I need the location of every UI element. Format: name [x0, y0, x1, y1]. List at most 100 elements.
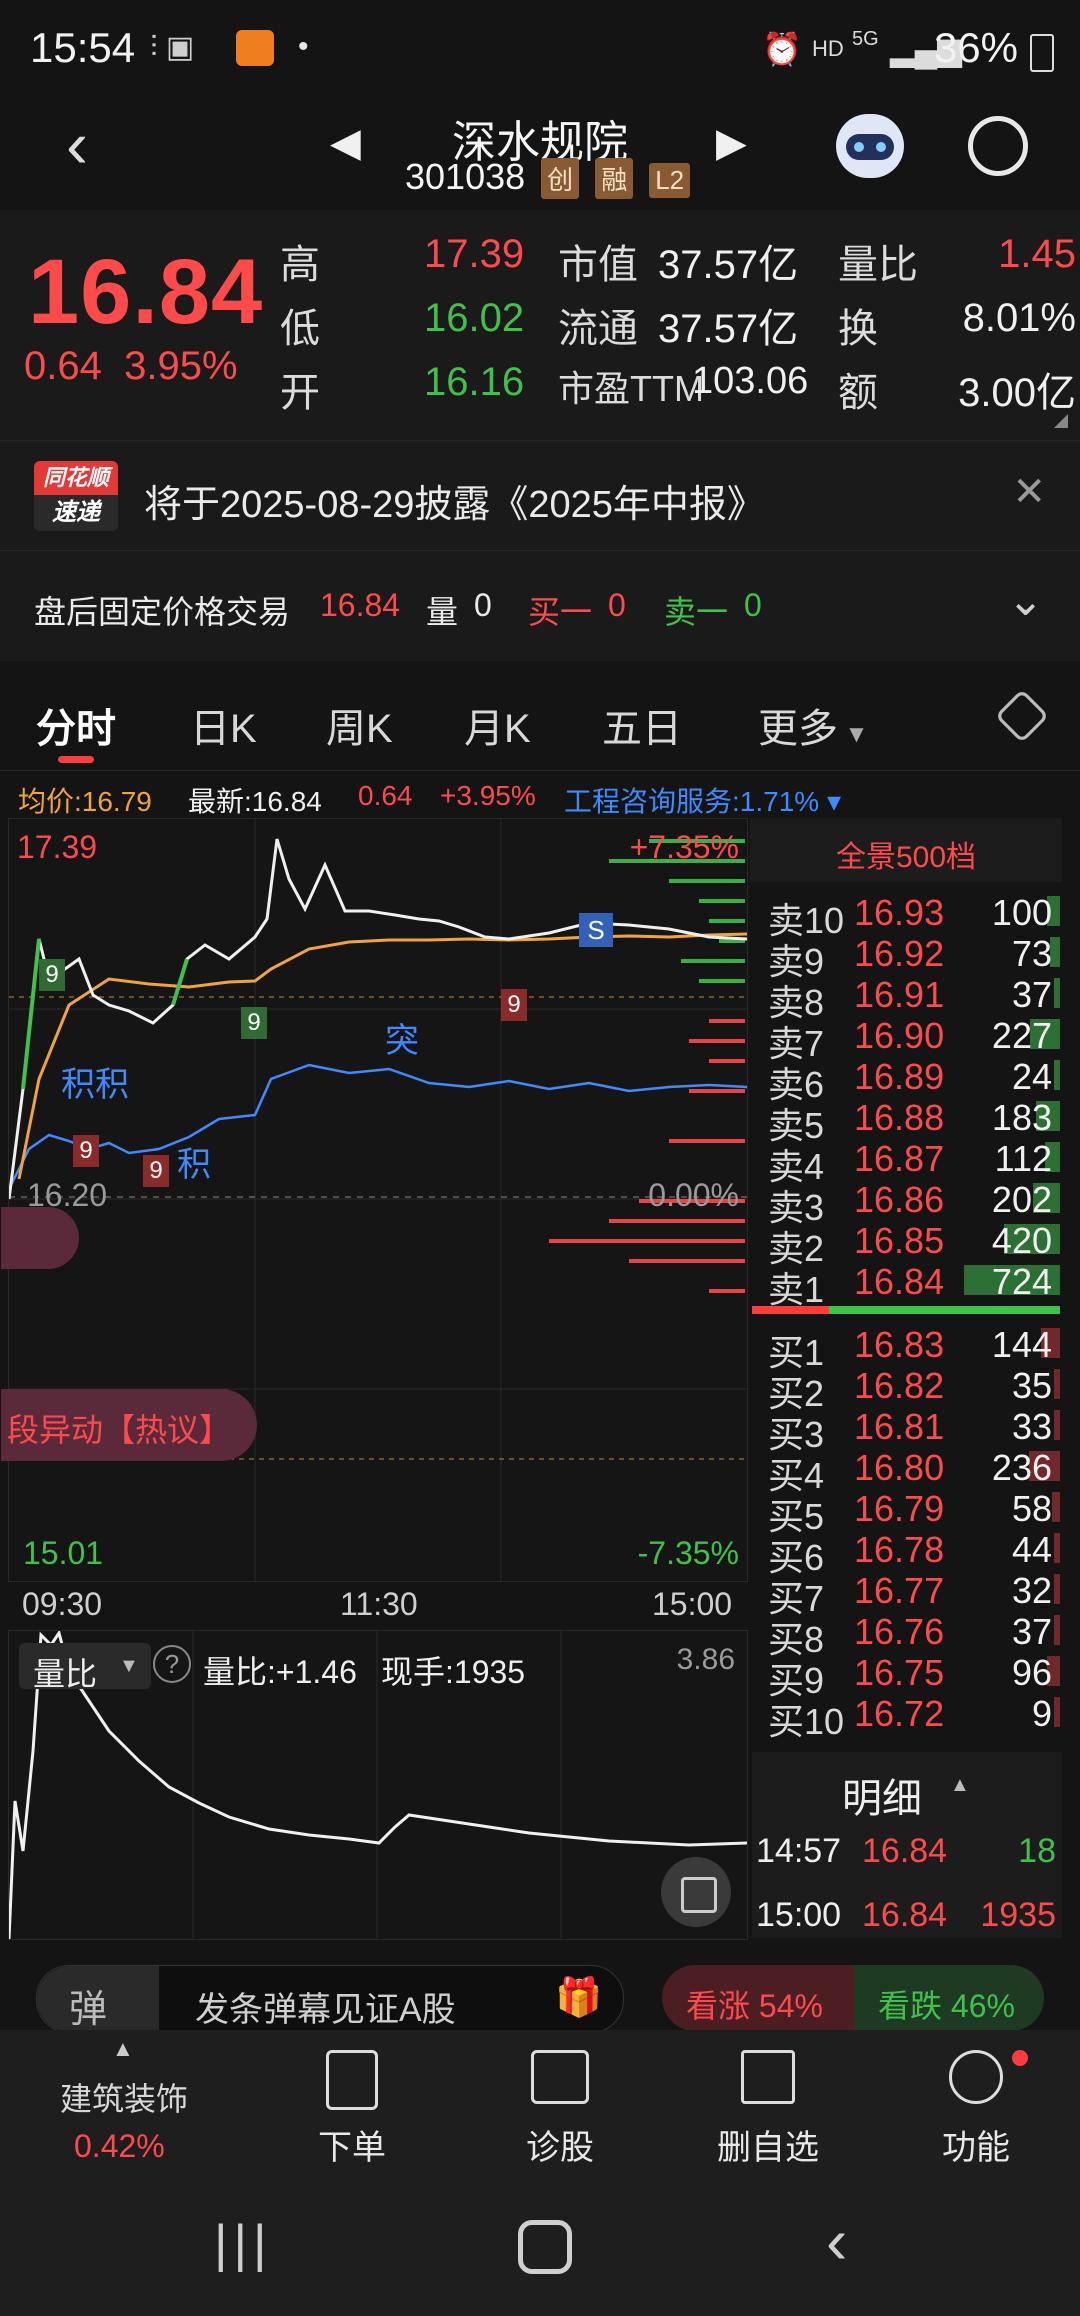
buy-order-row[interactable]: 买9 16.75 96 — [750, 1650, 1062, 1701]
chart-tabs: 分时 日K 周K 月K 五日 更多 ▼ — [0, 670, 1080, 771]
tick-price: 16.84 — [862, 1896, 948, 1934]
afterhours-label: 盘后固定价格交易 — [34, 594, 291, 630]
tab-daily-k[interactable]: 日K — [190, 696, 257, 754]
recent-apps-icon[interactable]: ||| — [214, 2214, 273, 2274]
notice-banner[interactable]: 同花顺 速递 将于2025-08-29披露《2025年中报》 ✕ — [0, 440, 1080, 551]
sector-info[interactable]: ▲ 建筑装饰 0.42% — [30, 2030, 220, 2180]
nav-diagnose[interactable]: 诊股 — [470, 2050, 650, 2169]
tick-detail-panel[interactable]: 明细 ▲ 14:57 16.84 18 15:00 16.84 1935 — [752, 1752, 1062, 1938]
indicator-selector[interactable]: 量比 ▼ — [19, 1643, 151, 1692]
float-value: 37.57亿 — [658, 307, 799, 351]
afterhours-vol-label: 量 — [426, 594, 459, 630]
settings-icon[interactable] — [994, 688, 1050, 744]
buy-order-row[interactable]: 买6 16.78 44 — [750, 1527, 1062, 1578]
sell-price: 16.85 — [854, 1220, 945, 1261]
sector-name: 建筑装饰 — [60, 2081, 189, 2117]
back-nav-icon[interactable]: ‹ — [826, 2204, 847, 2278]
hot-topic-bubble[interactable]: 段异动【热议】 — [1, 1389, 257, 1461]
tick-time: 14:57 — [756, 1832, 842, 1870]
buy-volume-bar — [1054, 1697, 1060, 1727]
buy-order-row[interactable]: 买5 16.79 58 — [750, 1486, 1062, 1537]
buy-price: 16.80 — [854, 1447, 945, 1488]
sell-order-row[interactable]: 卖2 16.85 420 — [750, 1218, 1062, 1269]
sell-signal-s[interactable]: S — [579, 913, 613, 947]
buy-volume: 96 — [1011, 1652, 1052, 1693]
axis-bottom-pct: -7.35% — [637, 1535, 739, 1571]
avg-price: 均价:16.79 — [18, 786, 152, 817]
nav-order[interactable]: 下单 — [262, 2050, 442, 2169]
sell-order-row[interactable]: 卖7 16.90 227 — [750, 1013, 1062, 1064]
chevron-down-icon[interactable]: ⌄ — [1007, 575, 1044, 626]
signal-9-red[interactable]: 9 — [73, 1135, 99, 1167]
axis-mid-pct: 0.00% — [648, 1177, 739, 1213]
tab-five-day[interactable]: 五日 — [602, 696, 682, 754]
tab-weekly-k[interactable]: 周K — [326, 696, 393, 754]
buy-order-row[interactable]: 买10 16.72 9 — [750, 1691, 1062, 1742]
tag-chuang: 创 — [541, 158, 580, 199]
afterhours-row[interactable]: 盘后固定价格交易 16.84 量 0 买一 0 卖一 0 ⌄ — [0, 550, 1080, 661]
volume-ratio-chart[interactable]: 量比 ▼ ? 量比:+1.46 现手:1935 3.86 — [8, 1630, 748, 1940]
buy-volume: 35 — [1011, 1365, 1052, 1406]
signal-9-red[interactable]: 9 — [143, 1155, 169, 1187]
sell-volume: 100 — [991, 892, 1052, 933]
caret-down-icon: ▼ — [119, 1655, 139, 1677]
signal-9-green[interactable]: 9 — [39, 959, 65, 991]
tab-intraday[interactable]: 分时 — [36, 696, 116, 754]
nav-remove-watchlist[interactable]: 删自选 — [678, 2050, 858, 2169]
accumulate-marker[interactable]: 积积 — [61, 1057, 129, 1106]
sell-order-row[interactable]: 卖10 16.93 100 — [750, 890, 1062, 941]
nav-functions[interactable]: 功能 — [886, 2050, 1066, 2169]
caret-down-icon: ▼ — [838, 721, 869, 748]
stock-code: 301038 — [405, 156, 526, 197]
sell-order-row[interactable]: 卖4 16.87 112 — [750, 1136, 1062, 1187]
breakout-marker[interactable]: 突 — [385, 1013, 419, 1062]
sell-order-row[interactable]: 卖6 16.89 24 — [750, 1054, 1062, 1105]
buy-order-row[interactable]: 买7 16.77 32 — [750, 1568, 1062, 1619]
buy-order-row[interactable]: 买8 16.76 37 — [750, 1609, 1062, 1660]
intraday-chart[interactable]: 17.39 +7.35% 16.20 0.00% 15.01 -7.35% 9 … — [1, 818, 748, 1582]
sell-order-row[interactable]: 卖5 16.88 183 — [750, 1095, 1062, 1146]
home-icon[interactable] — [518, 2220, 572, 2274]
sell-order-row[interactable]: 卖8 16.91 37 — [750, 972, 1062, 1023]
close-icon[interactable]: ✕ — [1012, 469, 1046, 515]
sell-order-row[interactable]: 卖1 16.84 724 — [750, 1259, 1062, 1310]
buy-order-row[interactable]: 买4 16.80 236 — [750, 1445, 1062, 1496]
mcap-value: 37.57亿 — [658, 243, 799, 287]
detail-title[interactable]: 明细 — [842, 1766, 922, 1824]
signal-9-red[interactable]: 9 — [501, 989, 527, 1021]
buy-volume: 236 — [991, 1447, 1052, 1488]
sell-order-row[interactable]: 卖9 16.92 73 — [750, 931, 1062, 982]
depth-bars — [549, 839, 745, 1293]
bullish-button[interactable]: 看涨 54% — [662, 1965, 854, 2031]
price-line — [9, 838, 747, 1200]
left-popup-bubble[interactable] — [1, 1207, 79, 1269]
low-label: 低 — [280, 307, 320, 351]
danmu-input[interactable]: 弹 发条弹幕见证A股 🎁 — [36, 1965, 624, 2033]
buy-order-row[interactable]: 买2 16.82 35 — [750, 1363, 1062, 1414]
afterhours-vol: 0 — [474, 587, 492, 623]
bearish-button[interactable]: 看跌 46% — [854, 1965, 1044, 2031]
buy-volume-bar — [1054, 1369, 1060, 1399]
buy-order-row[interactable]: 买3 16.81 33 — [750, 1404, 1062, 1455]
buy-volume-bar — [1054, 1574, 1060, 1604]
sell-order-row[interactable]: 卖3 16.86 202 — [750, 1177, 1062, 1228]
buy-price: 16.77 — [854, 1570, 945, 1611]
robot-assistant-icon[interactable] — [836, 114, 904, 178]
buy-order-row[interactable]: 买1 16.83 144 — [750, 1322, 1062, 1373]
signal-9-green[interactable]: 9 — [241, 1007, 267, 1039]
tab-more[interactable]: 更多 ▼ — [758, 696, 868, 754]
sector-change[interactable]: 工程咨询服务:1.71% ▾ — [564, 780, 841, 820]
tab-monthly-k[interactable]: 月K — [464, 696, 531, 754]
help-icon[interactable]: ? — [153, 1645, 191, 1683]
turnover-value: 8.01% — [962, 296, 1076, 340]
panorama-500-header[interactable]: 全景500档 — [750, 818, 1062, 882]
accumulate-marker[interactable]: 积 — [177, 1137, 211, 1186]
buy-price: 16.72 — [854, 1693, 945, 1734]
fullscreen-icon[interactable] — [661, 1857, 731, 1927]
next-stock-icon[interactable]: ▶ — [716, 120, 747, 166]
notification-dot-icon — [1012, 2050, 1028, 2066]
tick-volume: 18 — [1018, 1832, 1056, 1870]
search-icon[interactable] — [968, 116, 1028, 176]
notice-text: 将于2025-08-29披露《2025年中报》 — [144, 484, 765, 526]
expand-corner-icon[interactable] — [1054, 414, 1068, 428]
